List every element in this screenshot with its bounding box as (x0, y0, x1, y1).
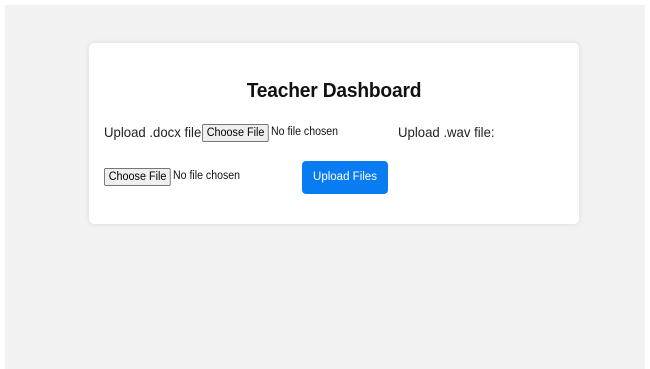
upload-files-button[interactable]: Upload Files (302, 161, 388, 194)
docx-upload-label: Upload .docx file: (104, 124, 205, 140)
page-title: Teacher Dashboard (246, 80, 422, 102)
wav-file-status: No file chosen (173, 170, 241, 182)
page-background: Teacher Dashboard Upload .docx file: Cho… (5, 5, 645, 369)
dashboard-card: Teacher Dashboard Upload .docx file: Cho… (89, 43, 579, 224)
docx-choose-file-button[interactable]: Choose File (202, 124, 270, 142)
wav-choose-file-button[interactable]: Choose File (104, 168, 172, 186)
wav-upload-label: Upload .wav file: (398, 124, 495, 140)
docx-file-status: No file chosen (271, 126, 339, 138)
